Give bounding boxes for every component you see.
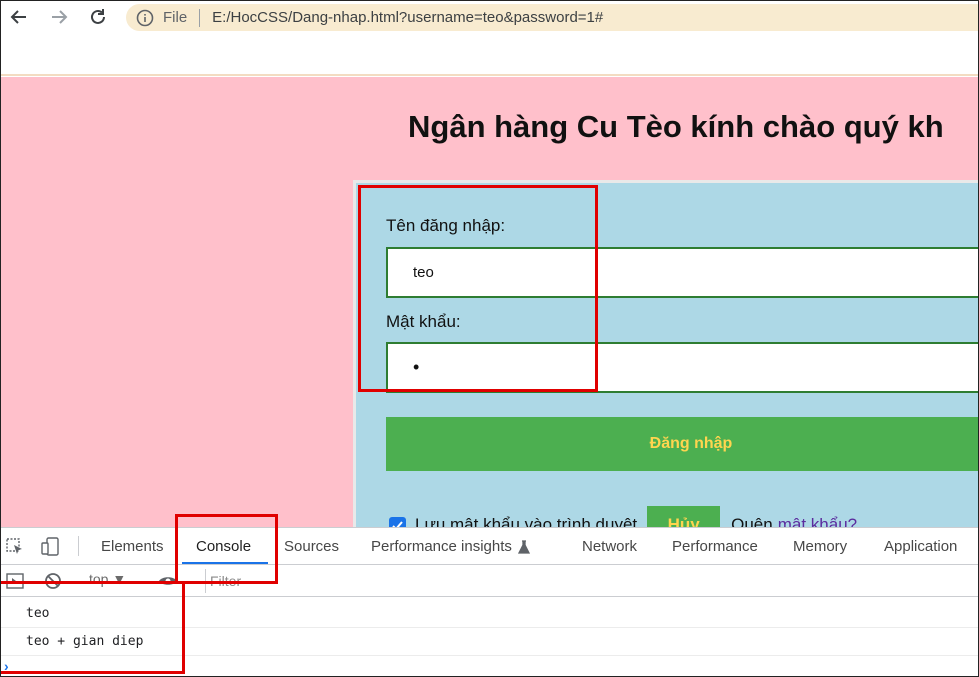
cancel-button[interactable]: Hủy	[647, 506, 721, 527]
flask-icon	[517, 539, 530, 554]
filter-input[interactable]: Filter	[205, 569, 505, 593]
file-label: File	[163, 9, 188, 26]
reload-button[interactable]	[85, 5, 111, 29]
console-prompt-icon[interactable]: ›	[4, 658, 9, 674]
tab-performance-insights-label: Performance insights	[371, 538, 512, 555]
console-line: teo + gian diep	[0, 628, 979, 656]
remember-label: Lưu mật khẩu vào trình duyệt	[415, 515, 638, 527]
tab-performance-insights[interactable]: Performance insights	[371, 528, 530, 565]
console-sidebar-icon[interactable]	[5, 571, 25, 591]
login-button[interactable]: Đăng nhập	[386, 417, 979, 471]
bookmarks-strip	[0, 34, 979, 76]
tab-network[interactable]: Network	[582, 528, 637, 565]
devtools-tabbar: Elements Console Sources Performance ins…	[0, 528, 979, 565]
tab-sources[interactable]: Sources	[284, 528, 339, 565]
tab-console[interactable]: Console	[196, 528, 251, 565]
tab-performance[interactable]: Performance	[672, 528, 758, 565]
tab-memory[interactable]: Memory	[793, 528, 847, 565]
web-page: Ngân hàng Cu Tèo kính chào quý kh Tên đă…	[0, 77, 979, 527]
tabbar-separator	[78, 536, 79, 556]
login-panel: Tên đăng nhập: teo Mật khẩu: • Đăng nhập…	[353, 180, 979, 527]
tab-elements[interactable]: Elements	[101, 528, 164, 565]
devtools-panel: Elements Console Sources Performance ins…	[0, 527, 979, 677]
username-label: Tên đăng nhập:	[386, 216, 506, 235]
back-button[interactable]	[6, 5, 32, 29]
inspect-element-icon[interactable]	[5, 537, 25, 557]
console-line: teo	[0, 600, 979, 628]
address-bar[interactable]: File E:/HocCSS/Dang-nhap.html?username=t…	[126, 4, 979, 31]
clear-console-icon[interactable]	[43, 571, 63, 591]
reload-icon	[91, 9, 105, 24]
forgot-password-link[interactable]: mật khẩu?	[778, 515, 857, 527]
info-icon[interactable]	[136, 9, 154, 27]
forgot-text: Quên	[731, 515, 773, 527]
username-input[interactable]: teo	[386, 247, 979, 298]
remember-row: Lưu mật khẩu vào trình duyệt Hủy Quên mậ…	[389, 506, 857, 527]
remember-checkbox[interactable]	[389, 516, 406, 527]
url-text[interactable]: E:/HocCSS/Dang-nhap.html?username=teo&pa…	[212, 9, 603, 26]
active-tab-indicator	[182, 562, 268, 564]
tab-application[interactable]: Application	[884, 528, 957, 565]
browser-toolbar: File E:/HocCSS/Dang-nhap.html?username=t…	[0, 0, 979, 34]
forward-button[interactable]	[46, 5, 72, 29]
console-toolbar: top ▼ Filter	[0, 565, 979, 597]
back-arrow-icon	[10, 10, 26, 24]
password-input[interactable]: •	[386, 342, 979, 393]
address-separator	[199, 8, 201, 27]
context-selector[interactable]: top ▼	[89, 571, 126, 587]
device-toolbar-icon[interactable]	[40, 537, 60, 557]
eye-icon[interactable]	[158, 571, 178, 591]
page-title: Ngân hàng Cu Tèo kính chào quý kh	[408, 109, 944, 144]
password-label: Mật khẩu:	[386, 312, 461, 331]
forward-arrow-icon	[52, 10, 68, 24]
checkmark-icon	[392, 520, 403, 527]
